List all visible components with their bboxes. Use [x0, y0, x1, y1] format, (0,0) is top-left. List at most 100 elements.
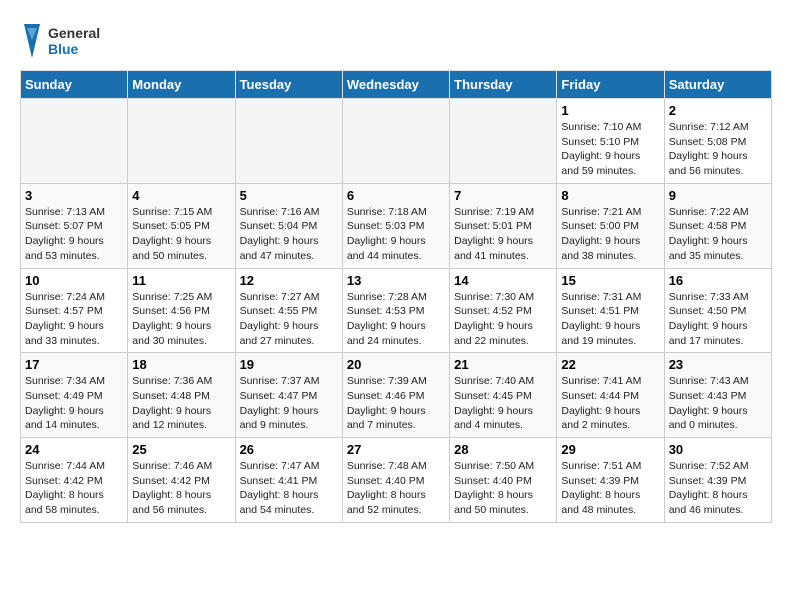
- day-info: Sunrise: 7:25 AM Sunset: 4:56 PM Dayligh…: [132, 290, 230, 349]
- day-number: 25: [132, 442, 230, 457]
- calendar-header: SundayMondayTuesdayWednesdayThursdayFrid…: [21, 71, 772, 99]
- day-info: Sunrise: 7:52 AM Sunset: 4:39 PM Dayligh…: [669, 459, 767, 518]
- day-info: Sunrise: 7:15 AM Sunset: 5:05 PM Dayligh…: [132, 205, 230, 264]
- day-info: Sunrise: 7:46 AM Sunset: 4:42 PM Dayligh…: [132, 459, 230, 518]
- day-number: 16: [669, 273, 767, 288]
- day-info: Sunrise: 7:16 AM Sunset: 5:04 PM Dayligh…: [240, 205, 338, 264]
- day-info: Sunrise: 7:41 AM Sunset: 4:44 PM Dayligh…: [561, 374, 659, 433]
- day-number: 19: [240, 357, 338, 372]
- day-info: Sunrise: 7:48 AM Sunset: 4:40 PM Dayligh…: [347, 459, 445, 518]
- header-wednesday: Wednesday: [342, 71, 449, 99]
- header-row: SundayMondayTuesdayWednesdayThursdayFrid…: [21, 71, 772, 99]
- day-info: Sunrise: 7:22 AM Sunset: 4:58 PM Dayligh…: [669, 205, 767, 264]
- header-saturday: Saturday: [664, 71, 771, 99]
- header: GeneralBlue: [20, 20, 772, 60]
- calendar-table: SundayMondayTuesdayWednesdayThursdayFrid…: [20, 70, 772, 523]
- day-cell: 25 Sunrise: 7:46 AM Sunset: 4:42 PM Dayli…: [128, 438, 235, 523]
- week-row-1: 3 Sunrise: 7:13 AM Sunset: 5:07 PM Daylig…: [21, 183, 772, 268]
- week-row-4: 24 Sunrise: 7:44 AM Sunset: 4:42 PM Dayli…: [21, 438, 772, 523]
- day-cell: 2 Sunrise: 7:12 AM Sunset: 5:08 PM Daylig…: [664, 99, 771, 184]
- svg-text:Blue: Blue: [48, 41, 79, 57]
- day-cell: 20Sunrise: 7:39 AM Sunset: 4:46 PM Dayli…: [342, 353, 449, 438]
- day-number: 2: [669, 103, 767, 118]
- day-number: 22: [561, 357, 659, 372]
- day-number: 6: [347, 188, 445, 203]
- day-cell: 30 Sunrise: 7:52 AM Sunset: 4:39 PM Dayli…: [664, 438, 771, 523]
- day-cell: 3 Sunrise: 7:13 AM Sunset: 5:07 PM Daylig…: [21, 183, 128, 268]
- day-number: 27: [347, 442, 445, 457]
- day-cell: 5 Sunrise: 7:16 AM Sunset: 5:04 PM Daylig…: [235, 183, 342, 268]
- day-number: 4: [132, 188, 230, 203]
- header-friday: Friday: [557, 71, 664, 99]
- day-info: Sunrise: 7:36 AM Sunset: 4:48 PM Dayligh…: [132, 374, 230, 433]
- day-cell: 28Sunrise: 7:50 AM Sunset: 4:40 PM Dayli…: [450, 438, 557, 523]
- day-cell: 7 Sunrise: 7:19 AM Sunset: 5:01 PM Daylig…: [450, 183, 557, 268]
- day-info: Sunrise: 7:19 AM Sunset: 5:01 PM Dayligh…: [454, 205, 552, 264]
- day-info: Sunrise: 7:13 AM Sunset: 5:07 PM Dayligh…: [25, 205, 123, 264]
- day-info: Sunrise: 7:34 AM Sunset: 4:49 PM Dayligh…: [25, 374, 123, 433]
- week-row-2: 10Sunrise: 7:24 AM Sunset: 4:57 PM Dayli…: [21, 268, 772, 353]
- day-info: Sunrise: 7:37 AM Sunset: 4:47 PM Dayligh…: [240, 374, 338, 433]
- day-number: 3: [25, 188, 123, 203]
- day-number: 28: [454, 442, 552, 457]
- day-info: Sunrise: 7:31 AM Sunset: 4:51 PM Dayligh…: [561, 290, 659, 349]
- day-cell: [235, 99, 342, 184]
- day-number: 17: [25, 357, 123, 372]
- day-cell: [450, 99, 557, 184]
- day-info: Sunrise: 7:43 AM Sunset: 4:43 PM Dayligh…: [669, 374, 767, 433]
- day-info: Sunrise: 7:21 AM Sunset: 5:00 PM Dayligh…: [561, 205, 659, 264]
- day-number: 8: [561, 188, 659, 203]
- day-number: 9: [669, 188, 767, 203]
- day-info: Sunrise: 7:27 AM Sunset: 4:55 PM Dayligh…: [240, 290, 338, 349]
- day-cell: 23 Sunrise: 7:43 AM Sunset: 4:43 PM Dayli…: [664, 353, 771, 438]
- day-number: 18: [132, 357, 230, 372]
- day-number: 13: [347, 273, 445, 288]
- day-info: Sunrise: 7:30 AM Sunset: 4:52 PM Dayligh…: [454, 290, 552, 349]
- day-cell: 12Sunrise: 7:27 AM Sunset: 4:55 PM Dayli…: [235, 268, 342, 353]
- day-number: 21: [454, 357, 552, 372]
- day-number: 1: [561, 103, 659, 118]
- day-cell: 16Sunrise: 7:33 AM Sunset: 4:50 PM Dayli…: [664, 268, 771, 353]
- day-cell: 29Sunrise: 7:51 AM Sunset: 4:39 PM Dayli…: [557, 438, 664, 523]
- day-cell: [21, 99, 128, 184]
- day-cell: 24 Sunrise: 7:44 AM Sunset: 4:42 PM Dayli…: [21, 438, 128, 523]
- day-info: Sunrise: 7:40 AM Sunset: 4:45 PM Dayligh…: [454, 374, 552, 433]
- day-cell: 14Sunrise: 7:30 AM Sunset: 4:52 PM Dayli…: [450, 268, 557, 353]
- day-cell: 27 Sunrise: 7:48 AM Sunset: 4:40 PM Dayli…: [342, 438, 449, 523]
- header-sunday: Sunday: [21, 71, 128, 99]
- week-row-3: 17 Sunrise: 7:34 AM Sunset: 4:49 PM Dayli…: [21, 353, 772, 438]
- day-number: 10: [25, 273, 123, 288]
- day-cell: 8 Sunrise: 7:21 AM Sunset: 5:00 PM Daylig…: [557, 183, 664, 268]
- day-cell: [128, 99, 235, 184]
- day-number: 24: [25, 442, 123, 457]
- day-cell: 10Sunrise: 7:24 AM Sunset: 4:57 PM Dayli…: [21, 268, 128, 353]
- day-info: Sunrise: 7:10 AM Sunset: 5:10 PM Dayligh…: [561, 120, 659, 179]
- day-cell: 21 Sunrise: 7:40 AM Sunset: 4:45 PM Dayli…: [450, 353, 557, 438]
- day-number: 15: [561, 273, 659, 288]
- day-cell: 11Sunrise: 7:25 AM Sunset: 4:56 PM Dayli…: [128, 268, 235, 353]
- day-cell: 26 Sunrise: 7:47 AM Sunset: 4:41 PM Dayli…: [235, 438, 342, 523]
- day-number: 26: [240, 442, 338, 457]
- header-monday: Monday: [128, 71, 235, 99]
- day-info: Sunrise: 7:47 AM Sunset: 4:41 PM Dayligh…: [240, 459, 338, 518]
- day-number: 29: [561, 442, 659, 457]
- day-cell: 15 Sunrise: 7:31 AM Sunset: 4:51 PM Dayli…: [557, 268, 664, 353]
- logo: GeneralBlue: [20, 20, 120, 60]
- day-cell: 13 Sunrise: 7:28 AM Sunset: 4:53 PM Dayli…: [342, 268, 449, 353]
- week-row-0: 1 Sunrise: 7:10 AM Sunset: 5:10 PM Daylig…: [21, 99, 772, 184]
- header-thursday: Thursday: [450, 71, 557, 99]
- day-number: 30: [669, 442, 767, 457]
- day-number: 7: [454, 188, 552, 203]
- day-info: Sunrise: 7:12 AM Sunset: 5:08 PM Dayligh…: [669, 120, 767, 179]
- day-info: Sunrise: 7:44 AM Sunset: 4:42 PM Dayligh…: [25, 459, 123, 518]
- day-cell: 9 Sunrise: 7:22 AM Sunset: 4:58 PM Daylig…: [664, 183, 771, 268]
- day-number: 5: [240, 188, 338, 203]
- day-cell: [342, 99, 449, 184]
- day-cell: 17 Sunrise: 7:34 AM Sunset: 4:49 PM Dayli…: [21, 353, 128, 438]
- day-info: Sunrise: 7:18 AM Sunset: 5:03 PM Dayligh…: [347, 205, 445, 264]
- day-info: Sunrise: 7:28 AM Sunset: 4:53 PM Dayligh…: [347, 290, 445, 349]
- day-cell: 22 Sunrise: 7:41 AM Sunset: 4:44 PM Dayli…: [557, 353, 664, 438]
- logo-svg: GeneralBlue: [20, 20, 120, 60]
- day-cell: 19 Sunrise: 7:37 AM Sunset: 4:47 PM Dayli…: [235, 353, 342, 438]
- day-number: 23: [669, 357, 767, 372]
